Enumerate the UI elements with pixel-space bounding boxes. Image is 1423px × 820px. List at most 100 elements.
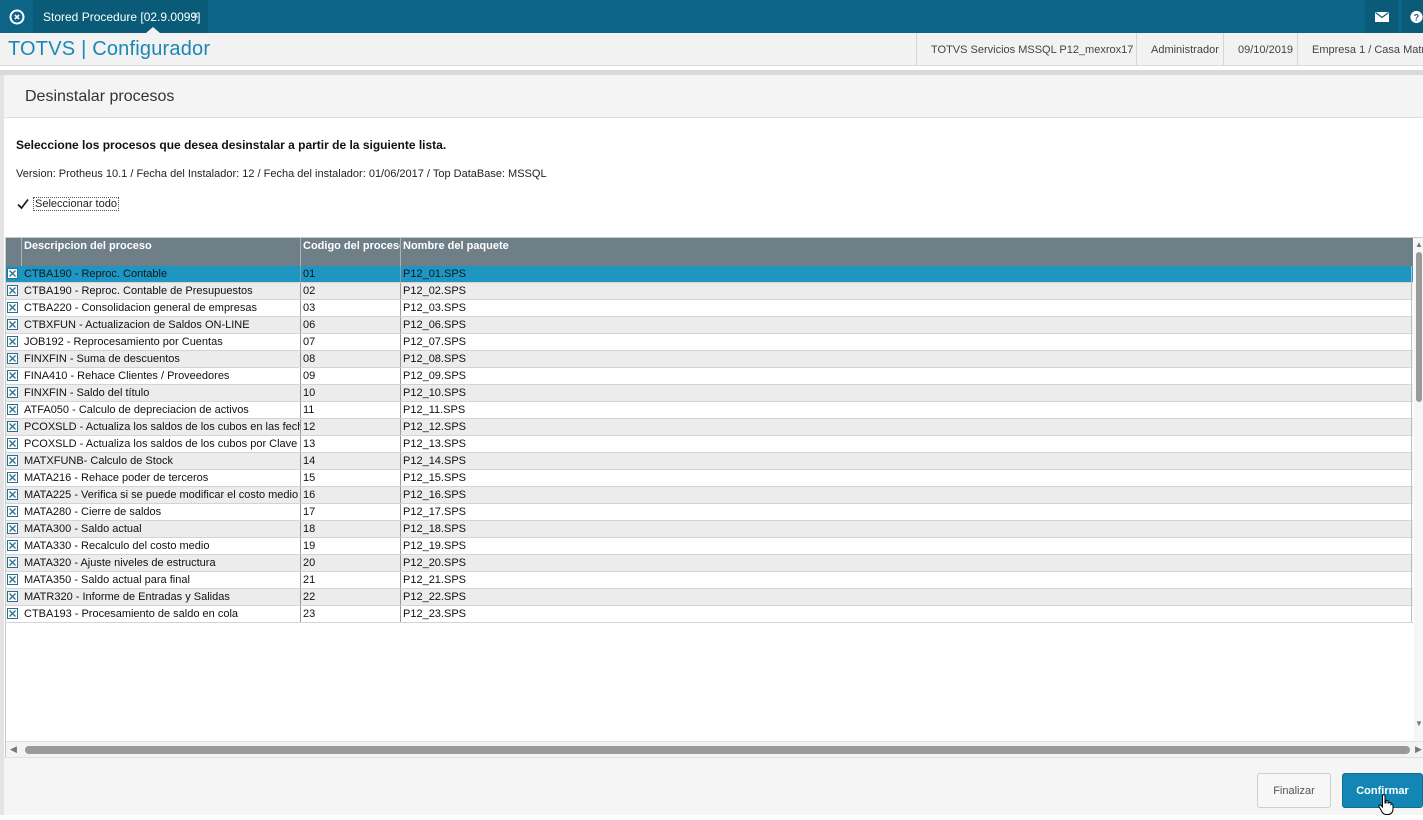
checked-box-icon[interactable] (7, 540, 18, 551)
checked-box-icon[interactable] (7, 268, 18, 279)
row-package[interactable]: P12_14.SPS (401, 453, 1412, 469)
row-checkbox[interactable] (6, 538, 22, 554)
row-package[interactable]: P12_06.SPS (401, 317, 1412, 333)
select-all-checkbox[interactable]: Seleccionar todo (16, 197, 119, 211)
horizontal-scrollbar[interactable]: ◀ ▶ (6, 741, 1423, 757)
row-checkbox[interactable] (6, 402, 22, 418)
column-header-description[interactable]: Descripcion del proceso (22, 238, 301, 266)
scroll-up-icon[interactable]: ▲ (1415, 240, 1423, 249)
row-checkbox[interactable] (6, 385, 22, 401)
row-code[interactable]: 23 (301, 606, 401, 622)
row-code[interactable]: 11 (301, 402, 401, 418)
row-code[interactable]: 08 (301, 351, 401, 367)
row-code[interactable]: 10 (301, 385, 401, 401)
row-description[interactable]: MATA350 - Saldo actual para final (22, 572, 301, 588)
row-code[interactable]: 01 (301, 266, 401, 282)
table-row[interactable]: FINXFIN - Suma de descuentos 08 P12_08.SPS (6, 351, 1413, 368)
checked-box-icon[interactable] (7, 608, 18, 619)
row-package[interactable]: P12_12.SPS (401, 419, 1412, 435)
row-code[interactable]: 22 (301, 589, 401, 605)
table-row[interactable]: CTBA193 - Procesamiento de saldo en cola… (6, 606, 1413, 623)
row-checkbox[interactable] (6, 504, 22, 520)
row-description[interactable]: ATFA050 - Calculo de depreciacion de act… (22, 402, 301, 418)
scroll-left-icon[interactable]: ◀ (10, 744, 17, 755)
row-description[interactable]: MATA330 - Recalculo del costo medio (22, 538, 301, 554)
row-description[interactable]: MATA320 - Ajuste niveles de estructura (22, 555, 301, 571)
row-package[interactable]: P12_20.SPS (401, 555, 1412, 571)
table-row[interactable]: CTBA190 - Reproc. Contable 01 P12_01.SPS (6, 266, 1413, 283)
row-description[interactable]: CTBA190 - Reproc. Contable (22, 266, 301, 282)
table-row[interactable]: MATA216 - Rehace poder de terceros 15 P12_… (6, 470, 1413, 487)
checked-box-icon[interactable] (7, 285, 18, 296)
checked-box-icon[interactable] (7, 506, 18, 517)
row-description[interactable]: FINA410 - Rehace Clientes / Proveedores (22, 368, 301, 384)
row-code[interactable]: 21 (301, 572, 401, 588)
row-package[interactable]: P12_22.SPS (401, 589, 1412, 605)
row-checkbox[interactable] (6, 453, 22, 469)
row-package[interactable]: P12_19.SPS (401, 538, 1412, 554)
tab-close-icon[interactable]: × (192, 8, 199, 22)
row-code[interactable]: 09 (301, 368, 401, 384)
row-checkbox[interactable] (6, 351, 22, 367)
table-row[interactable]: CTBA190 - Reproc. Contable de Presupuest… (6, 283, 1413, 300)
checked-box-icon[interactable] (7, 591, 18, 602)
row-package[interactable]: P12_15.SPS (401, 470, 1412, 486)
table-row[interactable]: MATA320 - Ajuste niveles de estructura 20… (6, 555, 1413, 572)
row-package[interactable]: P12_21.SPS (401, 572, 1412, 588)
checked-box-icon[interactable] (7, 302, 18, 313)
column-header-package[interactable]: Nombre del paquete (401, 238, 1413, 266)
checked-box-icon[interactable] (7, 353, 18, 364)
table-row[interactable]: MATR320 - Informe de Entradas y Salidas 2… (6, 589, 1413, 606)
checked-box-icon[interactable] (7, 574, 18, 585)
row-package[interactable]: P12_18.SPS (401, 521, 1412, 537)
row-package[interactable]: P12_23.SPS (401, 606, 1412, 622)
row-code[interactable]: 12 (301, 419, 401, 435)
row-code[interactable]: 20 (301, 555, 401, 571)
row-description[interactable]: MATR320 - Informe de Entradas y Salidas (22, 589, 301, 605)
table-row[interactable]: FINA410 - Rehace Clientes / Proveedores 0… (6, 368, 1413, 385)
row-checkbox[interactable] (6, 368, 22, 384)
row-code[interactable]: 14 (301, 453, 401, 469)
checked-box-icon[interactable] (7, 370, 18, 381)
row-package[interactable]: P12_09.SPS (401, 368, 1412, 384)
table-row[interactable]: MATA300 - Saldo actual 18 P12_18.SPS (6, 521, 1413, 538)
environment-info[interactable]: TOTVS Servicios MSSQL P12_mexrox17 (916, 33, 1143, 66)
row-checkbox[interactable] (6, 555, 22, 571)
row-description[interactable]: CTBA220 - Consolidacion general de empre… (22, 300, 301, 316)
checked-box-icon[interactable] (7, 336, 18, 347)
checked-box-icon[interactable] (7, 557, 18, 568)
row-description[interactable]: JOB192 - Reprocesamiento por Cuentas (22, 334, 301, 350)
row-package[interactable]: P12_11.SPS (401, 402, 1412, 418)
checked-box-icon[interactable] (7, 523, 18, 534)
checked-box-icon[interactable] (7, 387, 18, 398)
table-row[interactable]: PCOXSLD - Actualiza los saldos de los cu… (6, 419, 1413, 436)
checked-box-icon[interactable] (7, 455, 18, 466)
row-code[interactable]: 13 (301, 436, 401, 452)
row-description[interactable]: CTBA190 - Reproc. Contable de Presupuest… (22, 283, 301, 299)
row-description[interactable]: PCOXSLD - Actualiza los saldos de los cu… (22, 419, 301, 435)
date-info[interactable]: 09/10/2019 (1223, 33, 1303, 66)
row-package[interactable]: P12_08.SPS (401, 351, 1412, 367)
row-package[interactable]: P12_10.SPS (401, 385, 1412, 401)
row-code[interactable]: 16 (301, 487, 401, 503)
checked-box-icon[interactable] (7, 319, 18, 330)
row-checkbox[interactable] (6, 572, 22, 588)
checkmark-icon[interactable] (16, 197, 30, 211)
row-description[interactable]: MATA300 - Saldo actual (22, 521, 301, 537)
row-package[interactable]: P12_17.SPS (401, 504, 1412, 520)
row-description[interactable]: MATA280 - Cierre de saldos (22, 504, 301, 520)
horizontal-scroll-thumb[interactable] (25, 746, 1410, 754)
table-row[interactable]: MATA330 - Recalculo del costo medio 19 P12… (6, 538, 1413, 555)
table-row[interactable]: MATA225 - Verifica si se puede modificar… (6, 487, 1413, 504)
row-description[interactable]: MATA216 - Rehace poder de terceros (22, 470, 301, 486)
row-package[interactable]: P12_03.SPS (401, 300, 1412, 316)
row-checkbox[interactable] (6, 334, 22, 350)
table-row[interactable]: FINXFIN - Saldo del título 10 P12_10.SPS (6, 385, 1413, 402)
scroll-right-icon[interactable]: ▶ (1415, 744, 1422, 755)
row-code[interactable]: 03 (301, 300, 401, 316)
row-checkbox[interactable] (6, 470, 22, 486)
row-checkbox[interactable] (6, 317, 22, 333)
row-code[interactable]: 18 (301, 521, 401, 537)
vertical-scroll-thumb[interactable] (1416, 252, 1422, 402)
help-icon[interactable]: ? (1402, 0, 1423, 33)
